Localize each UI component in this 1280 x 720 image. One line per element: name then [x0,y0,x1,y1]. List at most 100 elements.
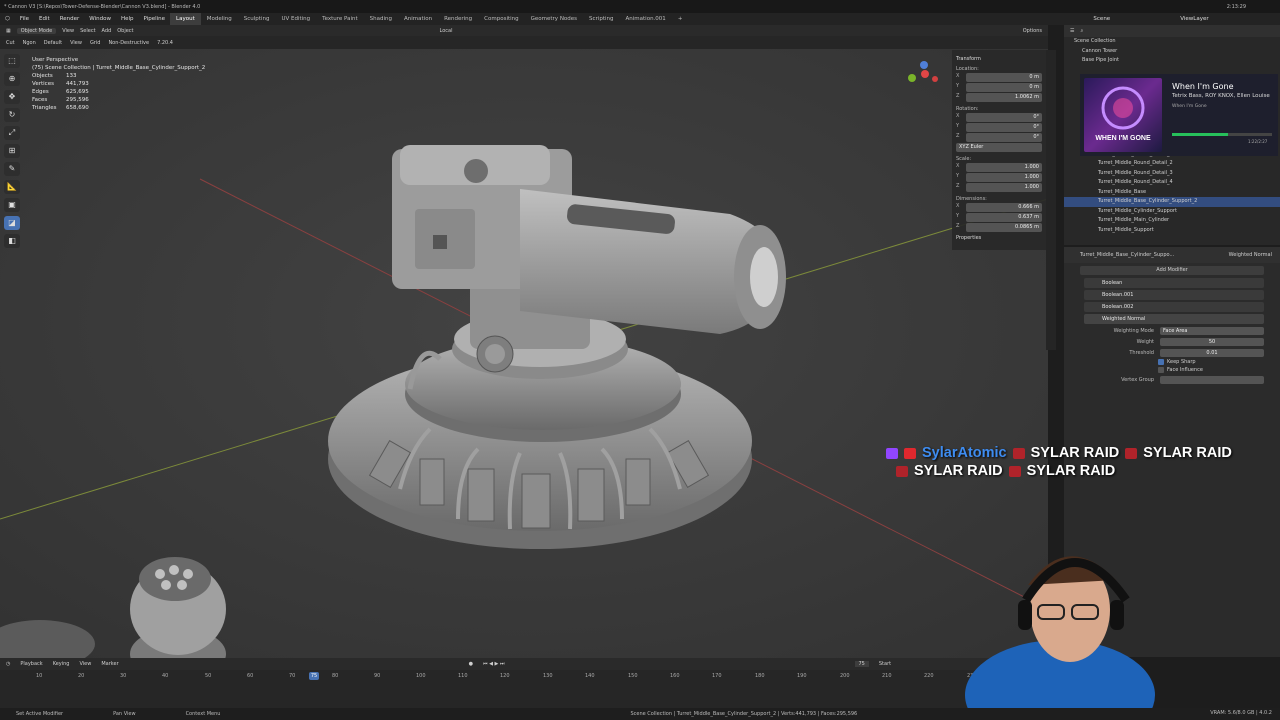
tab-sculpting[interactable]: Sculpting [238,13,276,25]
tab-geometry-nodes[interactable]: Geometry Nodes [525,13,583,25]
tab-texture-paint[interactable]: Texture Paint [316,13,364,25]
outliner-item[interactable]: Turret_Middle_Cylinder_Support [1064,207,1280,217]
3d-viewport[interactable] [0,49,1048,658]
outliner-item[interactable]: Scene Collection [1064,37,1280,47]
modifier-boolean-002[interactable]: Boolean.002 [1084,302,1264,312]
outliner-item[interactable]: Turret_Middle_Main_Cylinder [1064,216,1280,226]
ngon-option[interactable]: Ngon [23,40,36,46]
scale-tool-icon[interactable]: ⤢ [4,126,20,140]
menu-window[interactable]: Window [84,13,116,25]
menu-file[interactable]: File [15,13,34,25]
rotate-tool-icon[interactable]: ↻ [4,108,20,122]
outliner-item[interactable]: Turret_Middle_Round_Detail_2 [1064,159,1280,169]
scale-z-field[interactable]: Z 1.000 [956,183,1042,192]
outliner-item[interactable]: Cannon Tower [1064,47,1280,57]
tab-animation-001[interactable]: Animation.001 [620,13,672,25]
menu-object[interactable]: Object [117,28,133,34]
annotate-tool-icon[interactable]: ✎ [4,162,20,176]
menu-keying[interactable]: Keying [53,661,70,667]
timeline-editor-icon[interactable]: ◷ [6,661,10,667]
scale-x-field[interactable]: X 1.000 [956,163,1042,172]
modifier-weighted-normal[interactable]: Weighted Normal [1084,314,1264,324]
outliner-item[interactable]: Base Pipe Joint [1064,56,1280,66]
view-option[interactable]: View [70,40,82,46]
playhead[interactable]: 75 [309,672,319,680]
rotation-mode-dropdown[interactable]: XYZ Euler [956,143,1042,152]
dimension-z-field[interactable]: Z 0.0865 m [956,223,1042,232]
menu-marker[interactable]: Marker [101,661,118,667]
cut-tool-icon[interactable]: ◪ [4,216,20,230]
hops-tool-icon[interactable]: ◧ [4,234,20,248]
modifier-boolean-001[interactable]: Boolean.001 [1084,290,1264,300]
current-frame-field[interactable]: 75 [854,661,869,667]
rotation-y-field[interactable]: Y 0° [956,123,1042,132]
tab-uv-editing[interactable]: UV Editing [275,13,316,25]
rotation-z-field[interactable]: Z 0° [956,133,1042,142]
tab-layout[interactable]: Layout [170,13,201,25]
start-frame-field[interactable]: Start [879,661,891,667]
timeline-header: ◷ Playback Keying View Marker ● ⏮ ◀ ▶ ⏭ … [0,658,1048,670]
timeline[interactable]: 10 20 30 40 50 60 70 80 90 100 110 120 1… [0,670,1048,708]
default-option[interactable]: Default [44,40,62,46]
outliner-editor-icon[interactable]: ☰ [1070,28,1074,34]
outliner-item-selected[interactable]: Turret_Middle_Base_Cylinder_Support_2 [1064,197,1280,207]
weighting-mode-dropdown[interactable]: Face Area [1160,326,1264,335]
tab-animation[interactable]: Animation [398,13,438,25]
face-influence-checkbox[interactable]: Face Influence [1158,367,1280,373]
vertex-group-field[interactable] [1160,375,1264,384]
editor-type-icon[interactable]: ▦ [6,28,11,34]
record-icon[interactable]: ● [469,661,473,667]
options-dropdown[interactable]: Options [1023,28,1042,34]
transform-tool-icon[interactable]: ⊞ [4,144,20,158]
threshold-field[interactable]: 0.01 [1160,348,1264,357]
cursor-tool-icon[interactable]: ⊕ [4,72,20,86]
outliner-item[interactable]: Turret_Middle_Round_Detail_3 [1064,169,1280,179]
location-y-field[interactable]: Y0 m [956,83,1042,92]
add-workspace-icon[interactable]: + [672,13,689,25]
menu-timeline-view[interactable]: View [79,661,91,667]
cut-tool[interactable]: Cut [6,40,15,46]
dimension-y-field[interactable]: Y 0.637 m [956,213,1042,222]
dimension-x-field[interactable]: X 0.666 m [956,203,1042,212]
outliner-item[interactable]: Turret_Middle_Support [1064,226,1280,236]
transform-header[interactable]: Transform [956,56,1042,62]
properties-header[interactable]: Properties [956,235,1042,241]
viewlayer-selector[interactable]: ViewLayer [1175,13,1213,25]
menu-pipeline[interactable]: Pipeline [139,13,171,25]
tab-shading[interactable]: Shading [364,13,398,25]
add-cube-tool-icon[interactable]: ▣ [4,198,20,212]
measure-tool-icon[interactable]: 📐 [4,180,20,194]
sidebar-tabs[interactable] [1046,50,1056,350]
tab-rendering[interactable]: Rendering [438,13,478,25]
keep-sharp-checkbox[interactable]: Keep Sharp [1158,359,1280,365]
menu-render[interactable]: Render [55,13,85,25]
menu-add[interactable]: Add [102,28,112,34]
grid-option[interactable]: Grid [90,40,101,46]
weight-field[interactable]: 50 [1160,337,1264,346]
menu-select[interactable]: Select [80,28,95,34]
location-x-field[interactable]: X0 m [956,73,1042,82]
add-modifier-button[interactable]: Add Modifier [1080,266,1264,275]
scale-y-field[interactable]: Y 1.000 [956,173,1042,182]
tab-scripting[interactable]: Scripting [583,13,619,25]
mode-dropdown[interactable]: Object Mode [16,27,57,34]
outliner-item[interactable]: Turret_Middle_Round_Detail_4 [1064,178,1280,188]
menu-help[interactable]: Help [116,13,139,25]
blender-logo-icon[interactable]: ⬡ [0,13,15,25]
location-z-field[interactable]: Z 1.0062 m [956,93,1042,102]
rotation-x-field[interactable]: X 0° [956,113,1042,122]
move-tool-icon[interactable]: ✥ [4,90,20,104]
menu-view[interactable]: View [62,28,74,34]
outliner-search-icon[interactable]: ⌕ [1080,28,1083,34]
scene-selector[interactable]: Scene [1088,13,1115,25]
menu-edit[interactable]: Edit [34,13,55,25]
tab-modeling[interactable]: Modeling [201,13,238,25]
playback-controls[interactable]: ⏮ ◀ ▶ ⏭ [483,661,504,667]
select-tool-icon[interactable]: ⬚ [4,54,20,68]
modifier-boolean[interactable]: Boolean [1084,278,1264,288]
nondestructive-option[interactable]: Non-Destructive [108,40,149,46]
tab-compositing[interactable]: Compositing [478,13,524,25]
menu-playback[interactable]: Playback [20,661,42,667]
orientation-dropdown[interactable]: Local [440,28,453,34]
outliner-item[interactable]: Turret_Middle_Base [1064,188,1280,198]
